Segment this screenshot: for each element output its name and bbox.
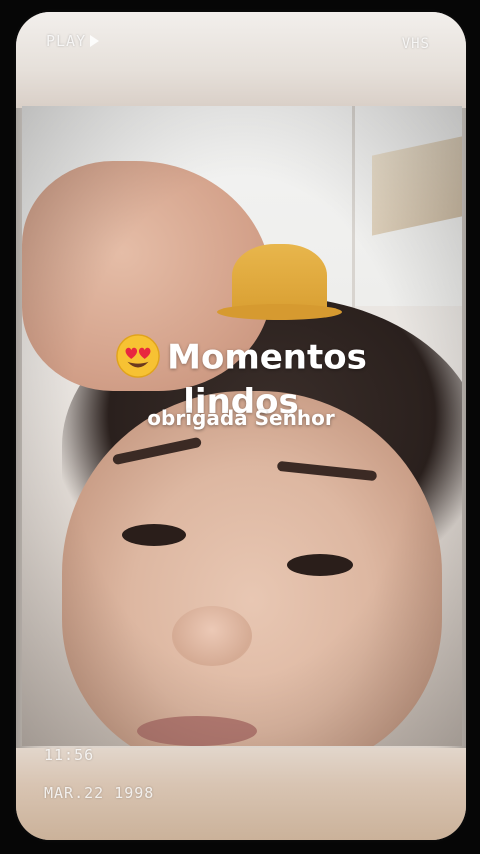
play-indicator: PLAY [46,32,100,50]
play-label: PLAY [46,32,87,50]
vhs-screen: PLAY VHS 11:56 MAR.22 1998 Momentos lind… [16,12,466,840]
video-frame: PLAY VHS 11:56 MAR.22 1998 Momentos lind… [0,0,480,854]
timestamp-time: 11:56 [44,746,95,764]
vhs-mode-label: VHS [401,36,430,52]
caption-title-line1: Momentos [167,337,367,378]
caption-subtitle: obrigada Senhor [147,406,335,430]
play-icon [90,35,100,47]
top-band [16,12,466,108]
heart-eyes-emoji-icon [116,334,160,378]
timestamp-date: MAR.22 1998 [44,784,155,802]
